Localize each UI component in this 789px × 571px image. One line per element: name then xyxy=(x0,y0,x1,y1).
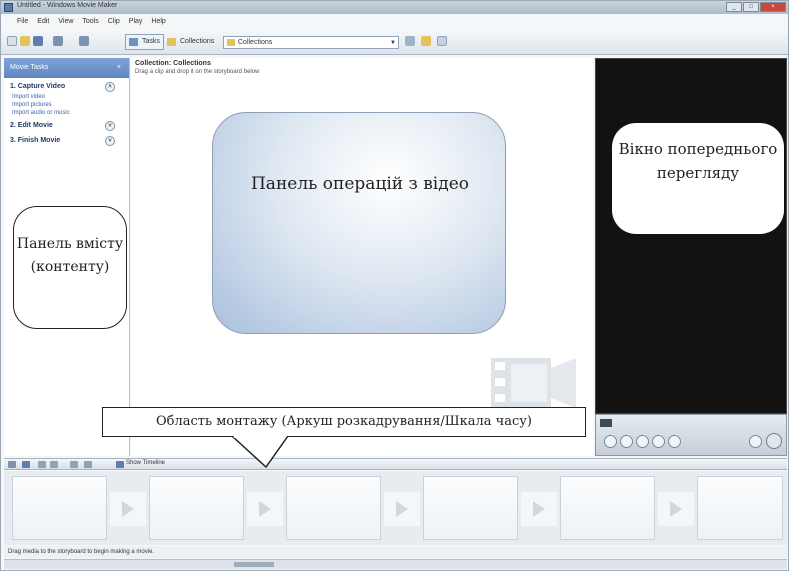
collections-icon xyxy=(167,38,176,46)
task-finish-movie-label: 3. Finish Movie xyxy=(10,137,61,144)
narrate-icon[interactable] xyxy=(22,461,30,468)
zoom-in-icon[interactable] xyxy=(38,461,46,468)
up-folder-icon[interactable] xyxy=(405,36,415,46)
task-finish-movie[interactable]: 3. Finish Movie ˅ xyxy=(4,135,129,147)
annotation-operations-panel: Панель операцій з відео xyxy=(212,112,506,334)
collection-title: Collection: Collections xyxy=(135,60,211,67)
maximize-button[interactable]: □ xyxy=(743,2,759,12)
transition-arrow-icon xyxy=(396,501,408,517)
tasks-icon xyxy=(129,38,138,46)
storyboard-icon[interactable] xyxy=(8,461,16,468)
storyboard-clip-slot[interactable] xyxy=(697,476,783,540)
expand-icon[interactable]: ˅ xyxy=(105,136,115,146)
collapse-icon[interactable]: ˄ xyxy=(105,82,115,92)
collections-button[interactable]: Collections xyxy=(163,34,218,50)
chevron-down-icon: ▼ xyxy=(390,40,396,46)
transition-arrow-icon xyxy=(122,501,134,517)
storyboard-toolbar: Show Timeline xyxy=(4,458,787,470)
task-pane-header: Movie Tasks × xyxy=(4,58,129,78)
storyboard[interactable] xyxy=(4,471,787,545)
storyboard-clip-slot[interactable] xyxy=(286,476,381,540)
annotation-timeline-area: Область монтажу (Аркуш розкадрування/Шка… xyxy=(102,407,586,437)
seek-slider[interactable] xyxy=(600,419,612,427)
collections-button-label: Collections xyxy=(180,38,215,45)
views-icon[interactable] xyxy=(437,36,447,46)
save-project-icon[interactable] xyxy=(33,36,43,46)
new-folder-icon[interactable] xyxy=(421,36,431,46)
folder-icon xyxy=(227,39,235,46)
redo-icon[interactable] xyxy=(79,36,89,46)
collections-dropdown[interactable]: Collections ▼ xyxy=(223,36,399,49)
menu-view[interactable]: View xyxy=(58,18,73,25)
annotation-preview-window-text: Вікно попереднього перегляду xyxy=(618,140,778,182)
transition-slot[interactable] xyxy=(384,492,420,526)
new-project-icon[interactable] xyxy=(7,36,17,46)
task-edit-movie-label: 2. Edit Movie xyxy=(10,122,53,129)
transition-slot[interactable] xyxy=(110,492,146,526)
zoom-out-icon[interactable] xyxy=(50,461,58,468)
menu-tools[interactable]: Tools xyxy=(82,18,98,25)
task-link-import-video[interactable]: Import video xyxy=(4,93,129,101)
tasks-button-label: Tasks xyxy=(142,38,160,45)
next-frame-button[interactable] xyxy=(652,435,665,448)
collection-subtitle: Drag a clip and drop it on the storyboar… xyxy=(135,69,260,75)
play-button[interactable] xyxy=(604,435,617,448)
storyboard-clip-slot[interactable] xyxy=(12,476,107,540)
menu-clip[interactable]: Clip xyxy=(108,18,120,25)
menu-bar: File Edit View Tools Clip Play Help xyxy=(1,15,788,28)
play-timeline-icon[interactable] xyxy=(84,461,92,468)
menu-help[interactable]: Help xyxy=(151,18,165,25)
storyboard-clip-slot[interactable] xyxy=(560,476,655,540)
transition-arrow-icon xyxy=(259,501,271,517)
task-link-import-pictures[interactable]: Import pictures xyxy=(4,101,129,109)
task-link-import-audio[interactable]: Import audio or music xyxy=(4,109,129,117)
task-pane-title: Movie Tasks xyxy=(10,64,49,71)
storyboard-clip-slot[interactable] xyxy=(423,476,518,540)
title-bar: Untitled - Windows Movie Maker _ □ × xyxy=(1,1,788,14)
annotation-operations-panel-text: Панель операцій з відео xyxy=(250,174,469,194)
app-icon xyxy=(4,3,13,12)
transition-slot[interactable] xyxy=(521,492,557,526)
annotation-pointer-arrow xyxy=(231,436,289,468)
scrollbar-thumb[interactable] xyxy=(234,562,274,567)
transition-slot[interactable] xyxy=(658,492,694,526)
transition-arrow-icon xyxy=(670,501,682,517)
window-title: Untitled - Windows Movie Maker xyxy=(17,2,118,9)
split-clip-button[interactable] xyxy=(668,435,681,448)
menu-file[interactable]: File xyxy=(17,18,28,25)
preview-controls xyxy=(595,414,787,456)
menu-play[interactable]: Play xyxy=(129,18,143,25)
toolbar: Tasks Collections Collections ▼ xyxy=(1,29,788,55)
snapshot-button[interactable] xyxy=(749,435,762,448)
preview-monitor xyxy=(595,58,787,414)
collections-dropdown-value: Collections xyxy=(238,39,273,46)
annotation-content-panel: Панель вмісту (контенту) xyxy=(13,206,127,329)
status-bar: Drag media to the storyboard to begin ma… xyxy=(4,546,787,558)
close-pane-icon[interactable]: × xyxy=(117,58,121,78)
open-project-icon[interactable] xyxy=(20,36,30,46)
stop-button[interactable] xyxy=(620,435,633,448)
show-timeline-button[interactable]: Show Timeline xyxy=(126,460,165,466)
undo-icon[interactable] xyxy=(53,36,63,46)
annotation-timeline-area-text: Область монтажу (Аркуш розкадрування/Шка… xyxy=(156,414,532,429)
annotation-content-panel-text: Панель вмісту (контенту) xyxy=(16,236,124,275)
task-capture-video-label: 1. Capture Video xyxy=(10,83,66,90)
close-button[interactable]: × xyxy=(760,2,786,12)
tasks-button[interactable]: Tasks xyxy=(125,34,164,50)
menu-edit[interactable]: Edit xyxy=(37,18,49,25)
timeline-toggle-icon[interactable] xyxy=(116,461,124,468)
storyboard-scrollbar[interactable] xyxy=(4,559,787,569)
annotation-preview-window: Вікно попереднього перегляду xyxy=(612,123,784,234)
fullscreen-button[interactable] xyxy=(766,433,782,449)
window-controls: _ □ × xyxy=(726,2,786,12)
task-capture-video[interactable]: 1. Capture Video ˄ xyxy=(4,81,129,93)
storyboard-clip-slot[interactable] xyxy=(149,476,244,540)
previous-frame-button[interactable] xyxy=(636,435,649,448)
transition-arrow-icon xyxy=(533,501,545,517)
minimize-button[interactable]: _ xyxy=(726,2,742,12)
rewind-icon[interactable] xyxy=(70,461,78,468)
expand-icon[interactable]: ˅ xyxy=(105,121,115,131)
transition-slot[interactable] xyxy=(247,492,283,526)
task-edit-movie[interactable]: 2. Edit Movie ˅ xyxy=(4,120,129,132)
